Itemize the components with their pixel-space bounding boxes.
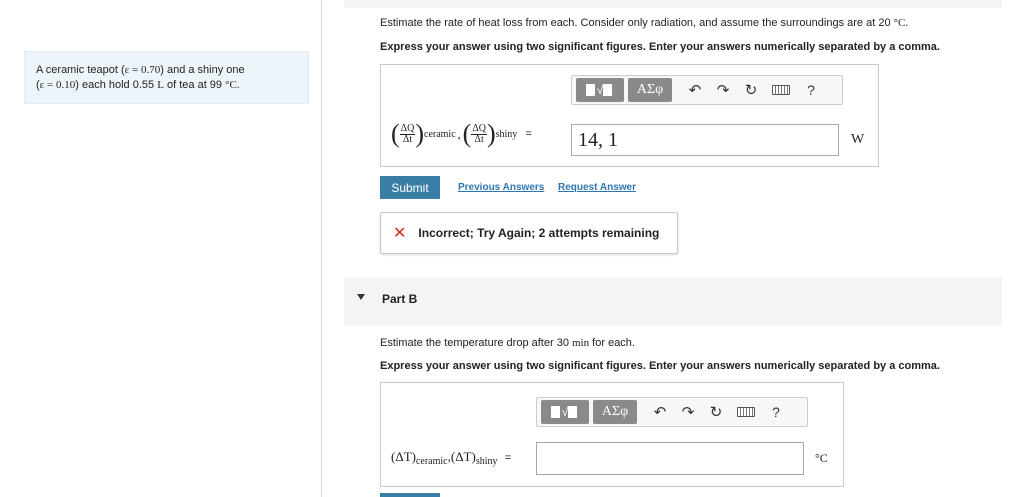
- part-a-question: Estimate the rate of heat loss from each…: [380, 17, 909, 29]
- template-button[interactable]: √: [541, 400, 589, 424]
- part-b-submit-button[interactable]: [380, 493, 440, 497]
- part-a-math-toolbar: √ ΑΣφ ↶ ↷ ↻ ?: [571, 75, 843, 105]
- part-b-instruction: Express your answer using two significan…: [380, 360, 940, 372]
- fraction-template-icon: [550, 406, 560, 418]
- redo-icon[interactable]: ↷: [677, 401, 699, 423]
- part-b-question: Estimate the temperature drop after 30 m…: [380, 337, 635, 349]
- part-b-math-toolbar: √ ΑΣφ ↶ ↷ ↻ ?: [536, 397, 808, 427]
- reset-icon[interactable]: ↻: [705, 401, 727, 423]
- column-divider: [321, 0, 322, 497]
- part-b-title: Part B: [382, 292, 418, 306]
- sqrt-template-icon: √: [561, 405, 569, 419]
- help-button[interactable]: ?: [800, 79, 822, 101]
- box-icon: [568, 406, 578, 418]
- undo-icon[interactable]: ↶: [684, 79, 706, 101]
- fraction-template-icon: [585, 84, 595, 96]
- fraction-ceramic: ΔQ Δt: [399, 122, 416, 145]
- previous-answers-link[interactable]: Previous Answers: [458, 182, 544, 193]
- problem-line-2: (ε = 0.10) each hold 0.55 L of tea at 99…: [36, 79, 240, 91]
- part-b-answer-input[interactable]: [536, 442, 804, 475]
- keyboard-button[interactable]: [770, 79, 792, 101]
- part-b-answer-area: √ ΑΣφ ↶ ↷ ↻ ? (ΔT)ceramic,(ΔT)shiny = °C: [380, 382, 844, 487]
- part-b-expression-label: (ΔT)ceramic,(ΔT)shiny =: [391, 449, 512, 467]
- problem-line-1: A ceramic teapot (ε = 0.70) and a shiny …: [36, 64, 245, 76]
- keyboard-button[interactable]: [735, 401, 757, 423]
- keyboard-icon: [737, 407, 755, 417]
- problem-statement: A ceramic teapot (ε = 0.70) and a shiny …: [24, 51, 309, 104]
- keyboard-icon: [772, 85, 790, 95]
- part-b-unit: °C: [815, 451, 828, 465]
- symbols-button[interactable]: ΑΣφ: [628, 78, 672, 102]
- undo-icon[interactable]: ↶: [649, 401, 671, 423]
- part-a-answer-input[interactable]: 14, 1: [571, 124, 839, 156]
- part-a-unit: W: [851, 132, 865, 147]
- symbols-button[interactable]: ΑΣφ: [593, 400, 637, 424]
- feedback-message: ✕ Incorrect; Try Again; 2 attempts remai…: [380, 212, 678, 254]
- collapse-caret-icon[interactable]: [357, 294, 365, 300]
- template-button[interactable]: √: [576, 78, 624, 102]
- part-a-instruction: Express your answer using two significan…: [380, 41, 940, 53]
- fraction-shiny: ΔQ Δt: [471, 122, 487, 145]
- sqrt-template-icon: √: [596, 83, 604, 97]
- box-icon: [603, 84, 613, 96]
- part-b-header[interactable]: [344, 277, 1002, 326]
- request-answer-link[interactable]: Request Answer: [558, 182, 636, 193]
- part-a-header-strip: [344, 0, 1002, 8]
- incorrect-x-icon: ✕: [393, 225, 407, 242]
- part-a-expression-label: ( ΔQ Δt ) ceramic , ( ΔQ Δt ) shiny =: [391, 119, 532, 148]
- redo-icon[interactable]: ↷: [712, 79, 734, 101]
- help-button[interactable]: ?: [765, 401, 787, 423]
- part-a-answer-area: √ ΑΣφ ↶ ↷ ↻ ? ( ΔQ Δt ) ceramic , ( ΔQ Δt …: [380, 64, 879, 167]
- submit-button[interactable]: Submit: [380, 176, 440, 199]
- reset-icon[interactable]: ↻: [740, 79, 762, 101]
